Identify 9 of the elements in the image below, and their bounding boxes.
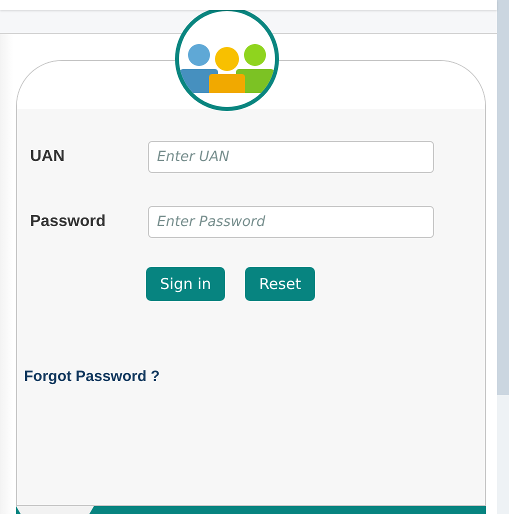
field-label: UAN: [29, 148, 66, 166]
sign-in-button[interactable]: Sign in: [146, 267, 226, 301]
scrollbar[interactable]: [497, 0, 509, 514]
forgot-password-link[interactable]: Forgot Password ?: [24, 368, 160, 385]
reset-button[interactable]: Reset: [245, 267, 316, 301]
field-label: Password: [29, 213, 107, 231]
input-field[interactable]: Enter UAN: [148, 141, 434, 173]
input-field[interactable]: Enter Password: [148, 206, 434, 238]
scrollbar-thumb[interactable]: [497, 0, 509, 395]
